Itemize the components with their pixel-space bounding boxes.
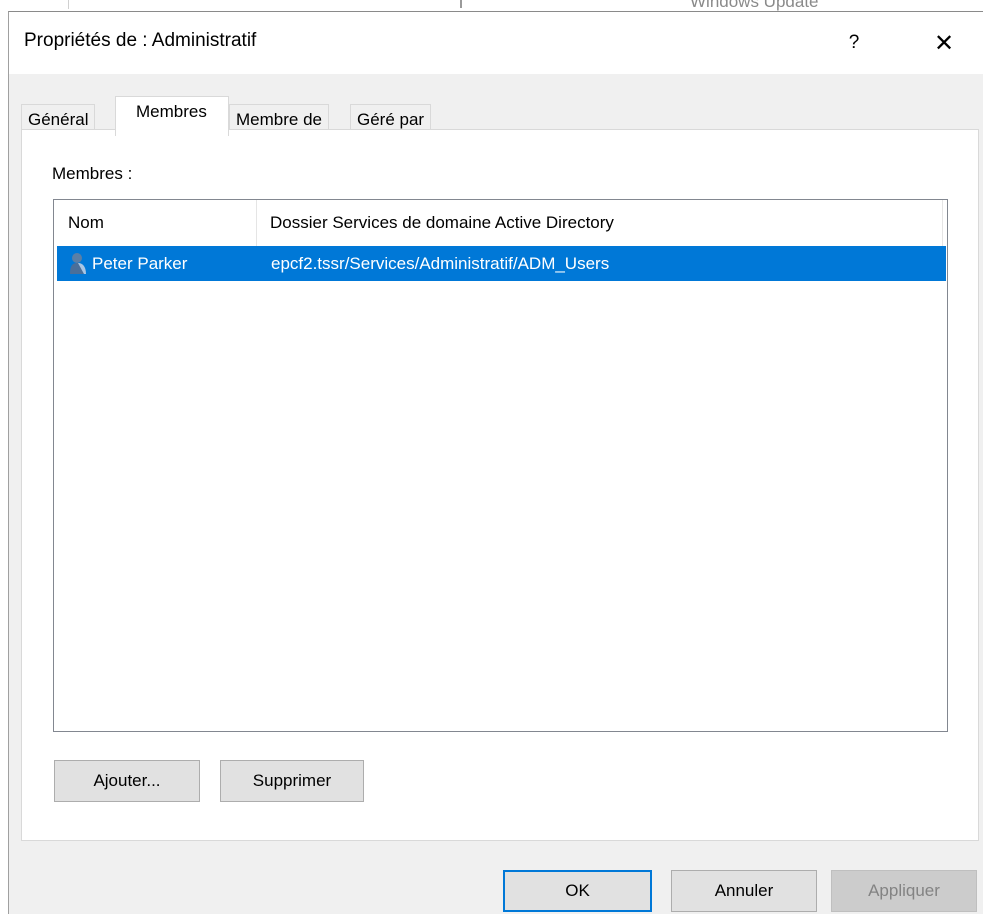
column-header-folder[interactable]: Dossier Services de domaine Active Direc… — [257, 200, 943, 246]
list-item[interactable]: Peter Parker epcf2.tssr/Services/Adminis… — [57, 246, 946, 281]
dialog-title: Propriétés de : Administratif — [24, 30, 257, 51]
background-divider — [460, 0, 462, 8]
close-button[interactable]: ✕ — [914, 20, 974, 66]
members-list[interactable]: Nom Dossier Services de domaine Active D… — [53, 199, 948, 732]
apply-button[interactable]: Appliquer — [831, 870, 977, 912]
members-label: Membres : — [52, 164, 133, 183]
properties-dialog: Propriétés de : Administratif ? ✕ Généra… — [8, 11, 983, 914]
list-header: Nom Dossier Services de domaine Active D… — [54, 200, 947, 246]
help-button[interactable]: ? — [829, 20, 879, 66]
title-bar: Propriétés de : Administratif ? ✕ — [9, 12, 983, 74]
member-name: Peter Parker — [92, 254, 188, 273]
cancel-button[interactable]: Annuler — [671, 870, 817, 912]
member-folder: epcf2.tssr/Services/Administratif/ADM_Us… — [271, 254, 610, 273]
ok-button[interactable]: OK — [503, 870, 652, 912]
members-tab-panel: Membres : Nom Dossier Services de domain… — [21, 129, 979, 841]
add-button[interactable]: Ajouter... — [54, 760, 200, 802]
background-divider — [68, 0, 69, 9]
close-icon: ✕ — [933, 29, 955, 57]
remove-button[interactable]: Supprimer — [220, 760, 364, 802]
tab-members[interactable]: Membres — [115, 96, 229, 136]
user-icon — [70, 253, 86, 274]
column-header-name[interactable]: Nom — [54, 200, 257, 246]
